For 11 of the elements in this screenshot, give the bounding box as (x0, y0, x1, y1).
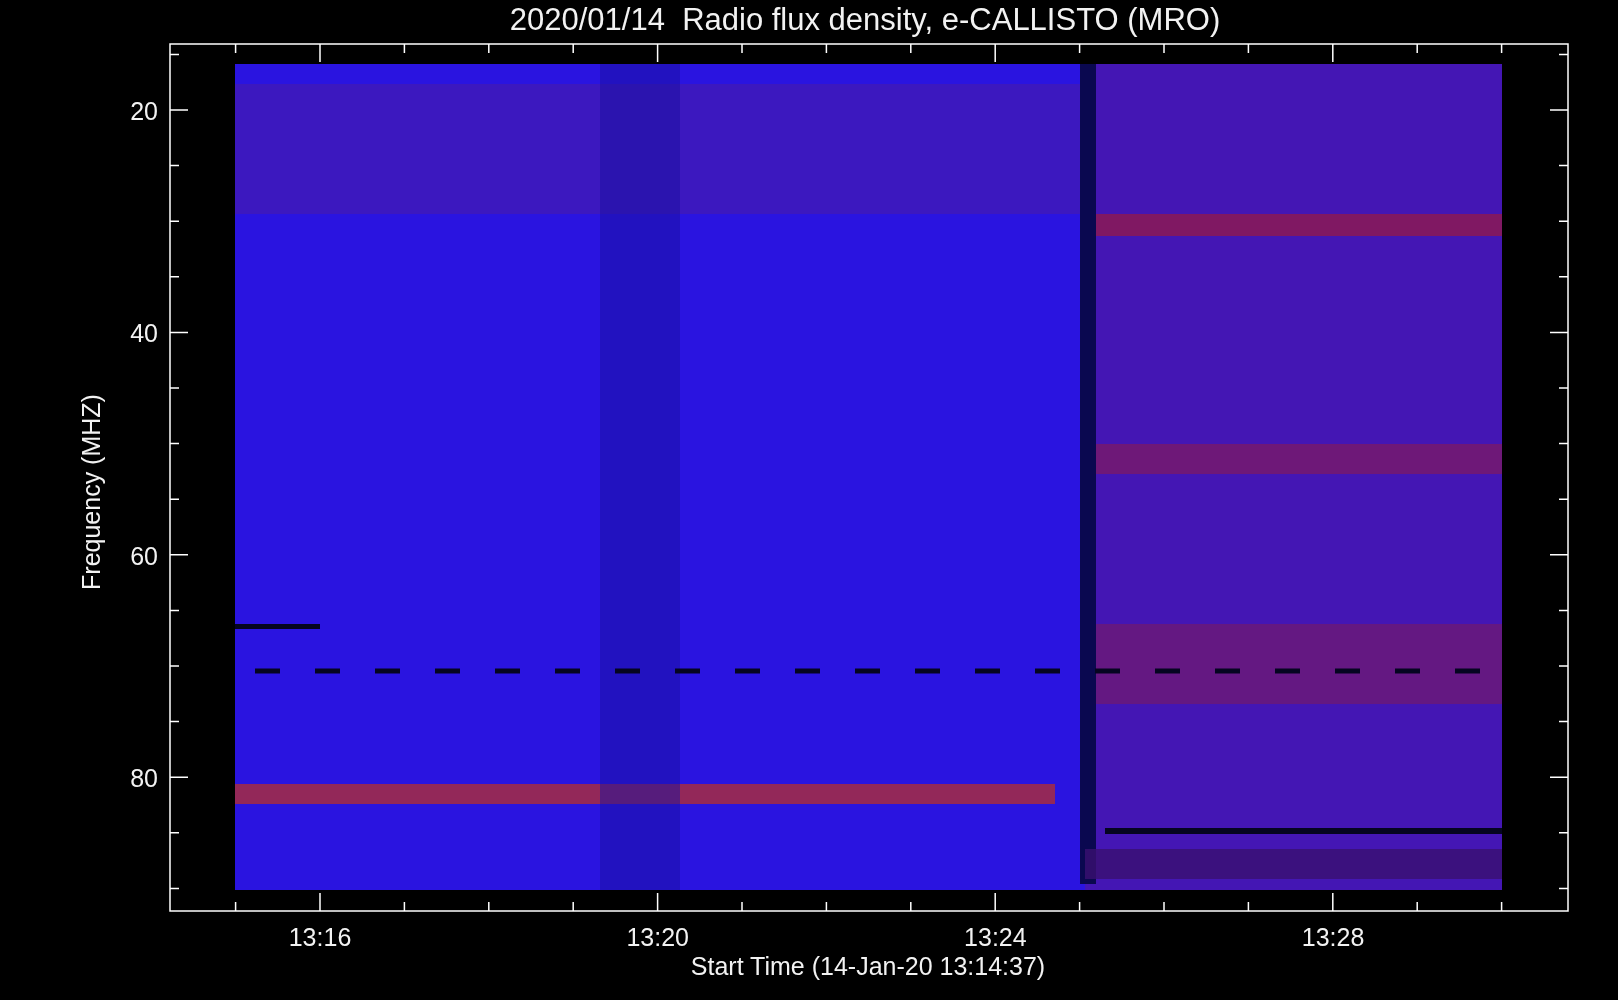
chart-title: 2020/01/14 Radio flux density, e-CALLISTO (MRO) (509, 2, 1221, 37)
x-tick-label: 13:28 (1301, 923, 1365, 951)
x-axis-label: Start Time (14-Jan-20 13:14:37) (690, 952, 1046, 980)
y-tick-label: 60 (130, 541, 158, 570)
y-tick-label: 80 (130, 763, 158, 792)
y-tick-label: 40 (130, 319, 158, 348)
x-tick-label: 13:24 (964, 923, 1027, 951)
y-axis-label: Frequency (MHZ) (77, 394, 105, 590)
x-tick-label: 13:20 (626, 923, 689, 951)
x-tick-label: 13:16 (288, 923, 352, 951)
y-tick-label: 20 (130, 97, 158, 125)
